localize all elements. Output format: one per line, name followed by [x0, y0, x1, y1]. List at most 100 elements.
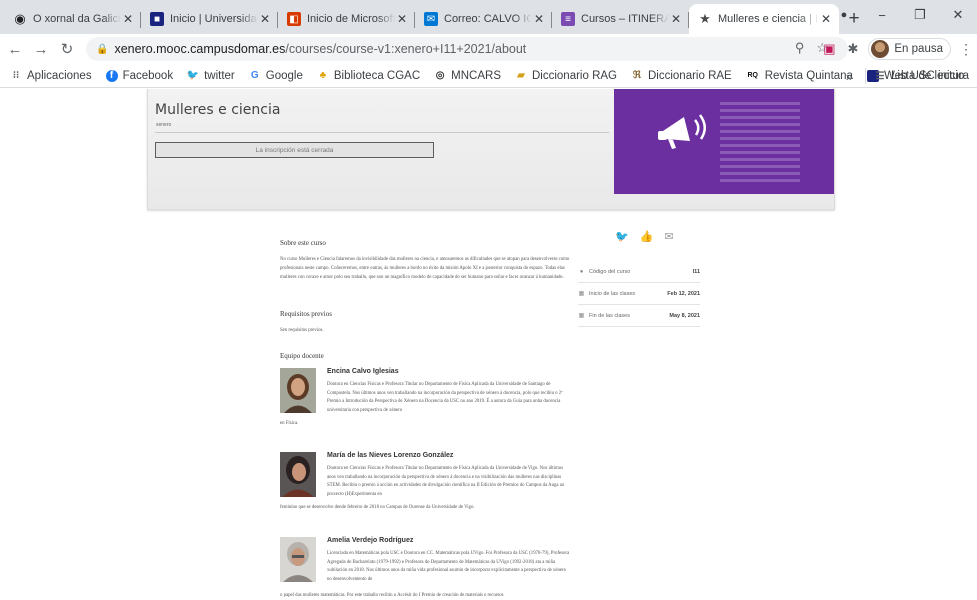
tab-title: Inicio de Microsoft Offi — [307, 13, 395, 25]
info-label: Inicio de las clases — [589, 290, 636, 297]
window-controls: ● − ❐ ✕ — [825, 0, 977, 30]
rag-icon: ▰ — [517, 70, 525, 81]
google-icon: G — [250, 70, 259, 81]
facebook-like-icon[interactable]: 👍 — [640, 230, 654, 243]
lock-icon[interactable]: 🔒 — [96, 44, 108, 55]
profile-circle-icon[interactable]: ● — [825, 9, 863, 21]
reload-icon[interactable]: ↻ — [56, 40, 78, 58]
bookmark-item[interactable]: ◎ MNCARS — [434, 70, 501, 82]
courses-logo: ≡ — [561, 12, 575, 26]
info-value: I11 — [692, 268, 700, 275]
instructor-name: María de las Nieves Lorenzo González — [327, 452, 454, 459]
bookmark-label: Google — [265, 69, 303, 82]
bookmark-item[interactable]: G Google — [249, 70, 303, 82]
back-icon[interactable]: ← — [4, 41, 26, 58]
profile-label: En pausa — [894, 43, 943, 55]
about-text: No curso Mulleres e Ciencia falaremos da… — [280, 257, 570, 280]
prereq-heading: Requisitos previos — [280, 310, 332, 318]
extension-icon[interactable]: ▣ — [823, 41, 835, 57]
instructor-photo — [280, 452, 316, 497]
bookmark-label: Diccionario RAE — [648, 69, 732, 82]
instructor-bio: Doutora en Ciencias Físicas e Profesora … — [327, 466, 565, 497]
close-button[interactable]: ✕ — [939, 7, 977, 23]
instructor-card: Amelia Verdejo Rodríguez Licenciada en M… — [280, 537, 570, 600]
decorative-lines — [720, 102, 800, 186]
maximize-button[interactable]: ❐ — [901, 7, 939, 23]
about-heading: Sobre este curso — [280, 239, 326, 247]
tab-title: O xornal da Galicia que — [33, 13, 121, 25]
outlook-logo: ✉ — [424, 12, 438, 26]
megaphone-icon — [658, 114, 706, 149]
tab-close-icon[interactable]: ✕ — [395, 12, 409, 26]
bookmark-item[interactable]: ℜ Diccionario RAE — [631, 70, 732, 82]
galicia-logo: ◉ — [14, 11, 26, 26]
browser-tab[interactable]: ★ Mulleres e ciencia | Iti ✕ — [689, 4, 839, 34]
reading-list-label: Lista de lectura — [891, 70, 969, 82]
browser-tab[interactable]: ■ Inicio | Universidade d✕ — [141, 4, 278, 34]
twitter-icon[interactable]: 🐦 — [615, 230, 629, 243]
instructor-name: Amelia Verdejo Rodríguez — [327, 537, 414, 544]
bookmark-label: Revista Quintana — [764, 69, 853, 82]
tab-title: Mulleres e ciencia | Iti — [718, 13, 819, 25]
star-icon: ★ — [699, 11, 711, 26]
instructor-bio-tail: feminino que se desenvolve dende febreir… — [280, 505, 475, 510]
email-icon[interactable]: ✉ — [664, 230, 673, 243]
extensions-puzzle-icon[interactable]: ✱ — [847, 41, 858, 57]
tab-close-icon[interactable]: ✕ — [669, 12, 683, 26]
avatar — [871, 40, 890, 58]
browser-tab[interactable]: ◧ Inicio de Microsoft Offi✕ — [278, 4, 415, 34]
share-icons: 🐦 👍 ✉ — [615, 230, 674, 243]
menu-kebab-icon[interactable]: ⋮ — [959, 41, 973, 58]
browser-tab[interactable]: ✉ Correo: CALVO IGLESI✕ — [415, 4, 552, 34]
course-hero: Mulleres e ciencia xenero La inscripción… — [147, 89, 835, 210]
reading-list-button[interactable]: ☰ Lista de lectura — [874, 70, 969, 82]
calendar-icon: ▦ — [578, 291, 585, 297]
more-bookmarks-icon[interactable]: » — [846, 69, 853, 84]
tab-close-icon[interactable]: ✕ — [258, 12, 272, 26]
tab-close-icon[interactable]: ✕ — [121, 12, 135, 26]
course-org: xenero — [156, 122, 172, 128]
office-logo: ◧ — [287, 12, 301, 26]
bookmark-item[interactable]: ▰ Diccionario RAG — [515, 70, 617, 82]
course-info-sidebar: ● Código del curso I11 ▦ Inicio de las c… — [578, 261, 700, 327]
usc-logo: ■ — [150, 12, 164, 26]
bookmark-item[interactable]: RQ Revista Quintana — [746, 69, 853, 82]
tab-close-icon[interactable]: ✕ — [532, 12, 546, 26]
instructor-name: Encina Calvo Iglesias — [327, 368, 399, 375]
address-path: /courses/course-v1:xenero+I11+2021/about — [285, 42, 527, 56]
info-icon: ● — [579, 268, 584, 275]
bookmark-item[interactable]: f Facebook — [105, 69, 173, 82]
profile-button[interactable]: En pausa — [868, 38, 951, 60]
bookmark-item[interactable]: 🐦 twitter — [187, 70, 235, 82]
reading-list-icon: ☰ — [875, 70, 885, 82]
instructor-card: María de las Nieves Lorenzo González Dou… — [280, 452, 570, 522]
bookmark-item[interactable]: ⁝⁝ Aplicaciones — [10, 70, 92, 82]
browser-tab[interactable]: ◉ O xornal da Galicia que✕ — [4, 4, 141, 34]
minimize-button[interactable]: − — [863, 8, 901, 23]
facebook-icon: f — [105, 69, 118, 82]
zoom-icon[interactable]: ⚲ — [795, 40, 817, 55]
browser-tab-strip: ◉O xornal da Galicia que✕■Inicio | Unive… — [0, 0, 977, 34]
bookmark-item[interactable]: ♣ Biblioteca CGAC — [317, 69, 421, 82]
browser-tab[interactable]: ≡ Cursos – ITINERARIO F✕ — [552, 4, 689, 34]
museum-icon: ◎ — [435, 70, 445, 81]
tab-title: Inicio | Universidade d — [170, 13, 258, 25]
course-image — [614, 89, 834, 194]
forward-icon[interactable]: → — [30, 41, 52, 58]
bookmark-label: Diccionario RAG — [532, 69, 617, 82]
address-host: xenero.mooc.campusdomar.es — [114, 42, 286, 56]
instructor-bio-tail: o papel das mulleres matemáticas. Por es… — [280, 593, 504, 598]
browser-toolbar: ← → ↻ 🔒 xenero.mooc.campusdomar.es/cours… — [0, 34, 977, 64]
bookmark-label: Aplicaciones — [27, 69, 92, 82]
bookmark-label: Biblioteca CGAC — [333, 69, 421, 82]
instructor-photo — [280, 537, 316, 582]
team-heading: Equipo docente — [280, 352, 324, 360]
instructor-bio: Doutora en Ciencias Físicas e Profesora … — [327, 382, 563, 413]
instructor-bio-tail: en Física. — [280, 421, 299, 426]
instructor-bio: Licenciada en Matemáticas pola USC e Dou… — [327, 551, 570, 582]
prereq-text: Sen requisitos previos. — [280, 328, 324, 333]
enroll-button[interactable]: La inscripción está cerrada — [155, 142, 434, 158]
address-bar[interactable]: 🔒 xenero.mooc.campusdomar.es/courses/cou… — [86, 37, 848, 61]
info-value: Feb 12, 2021 — [667, 290, 700, 297]
course-code-row: ● Código del curso I11 — [578, 261, 700, 283]
